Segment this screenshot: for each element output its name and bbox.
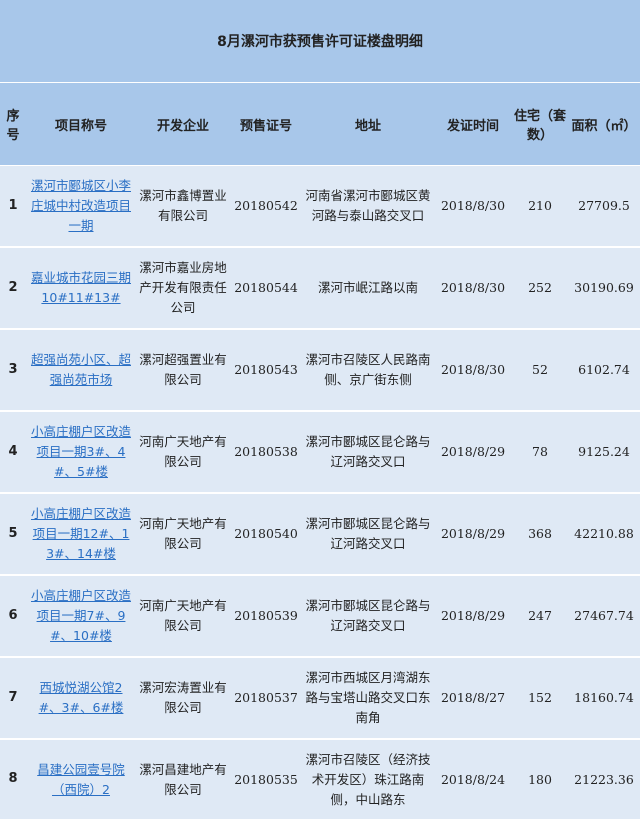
unit-count: 368 [512, 493, 568, 576]
developer-name: 河南广天地产有限公司 [139, 598, 227, 633]
project-link[interactable]: 嘉业城市花园三期10#11#13# [29, 268, 133, 308]
header-dev: 开发企业 [136, 83, 230, 166]
address: 漯河市郾城区昆仑路与辽河路交叉口 [305, 598, 431, 633]
table-row: 5 小高庄棚户区改造项目一期12#、13#、14#楼 河南广天地产有限公司 20… [0, 493, 640, 576]
developer-name: 河南广天地产有限公司 [139, 516, 227, 551]
address: 漯河市召陵区人民路南侧、京广街东侧 [305, 352, 431, 387]
floor-area: 27709.5 [568, 165, 640, 248]
row-index: 7 [0, 657, 26, 740]
developer-name: 漯河宏涛置业有限公司 [139, 680, 227, 715]
address: 漯河市西城区月湾湖东路与宝塔山路交叉口东南角 [305, 670, 431, 725]
permit-number: 20180543 [230, 329, 302, 412]
unit-count: 152 [512, 657, 568, 740]
floor-area: 42210.88 [568, 493, 640, 576]
unit-count: 247 [512, 575, 568, 658]
row-index: 4 [0, 411, 26, 494]
issue-date: 2018/8/30 [434, 165, 512, 248]
header-idx: 序号 [0, 83, 26, 166]
developer-name: 漯河市嘉业房地产开发有限责任公司 [139, 260, 227, 315]
row-index: 1 [0, 165, 26, 248]
project-link[interactable]: 昌建公园壹号院（西院）2 [29, 760, 133, 800]
row-index: 5 [0, 493, 26, 576]
permit-number: 20180544 [230, 247, 302, 330]
floor-area: 18160.74 [568, 657, 640, 740]
floor-area: 6102.74 [568, 329, 640, 412]
issue-date: 2018/8/29 [434, 575, 512, 658]
address: 漯河市召陵区（经济技术开发区）珠江路南侧，中山路东 [305, 751, 431, 807]
unit-count: 180 [512, 739, 568, 819]
permit-number: 20180539 [230, 575, 302, 658]
address: 漯河市郾城区昆仑路与辽河路交叉口 [305, 516, 431, 551]
unit-count: 78 [512, 411, 568, 494]
header-addr: 地址 [302, 83, 434, 166]
project-link[interactable]: 小高庄棚户区改造项目一期7#、9#、10#楼 [29, 586, 133, 646]
page: 8月漯河市获预售许可证楼盘明细 序号 项目称号 开发企业 预售证号 地址 发证时… [0, 0, 640, 819]
floor-area: 27467.74 [568, 575, 640, 658]
permit-number: 20180540 [230, 493, 302, 576]
table-row: 6 小高庄棚户区改造项目一期7#、9#、10#楼 河南广天地产有限公司 2018… [0, 575, 640, 658]
table-row: 3 超强尚苑小区、超强尚苑市场 漯河超强置业有限公司 20180543 漯河市召… [0, 329, 640, 412]
header-area: 面积（㎡） [568, 83, 640, 166]
permit-number: 20180537 [230, 657, 302, 740]
header-name: 项目称号 [26, 83, 136, 166]
permit-number: 20180535 [230, 739, 302, 819]
permit-number: 20180542 [230, 165, 302, 248]
header-row: 序号 项目称号 开发企业 预售证号 地址 发证时间 住宅（套数） 面积（㎡） [0, 83, 640, 166]
table-row: 8 昌建公园壹号院（西院）2 漯河昌建地产有限公司 20180535 漯河市召陵… [0, 739, 640, 819]
header-date: 发证时间 [434, 83, 512, 166]
project-link[interactable]: 超强尚苑小区、超强尚苑市场 [29, 350, 133, 390]
table-row: 1 漯河市郾城区小李庄城中村改造项目一期 漯河市鑫博置业有限公司 2018054… [0, 165, 640, 248]
developer-name: 漯河超强置业有限公司 [139, 352, 227, 387]
floor-area: 21223.36 [568, 739, 640, 819]
header-units: 住宅（套数） [512, 83, 568, 166]
issue-date: 2018/8/30 [434, 329, 512, 412]
floor-area: 30190.69 [568, 247, 640, 330]
table-row: 4 小高庄棚户区改造项目一期3#、4#、5#楼 河南广天地产有限公司 20180… [0, 411, 640, 494]
row-index: 2 [0, 247, 26, 330]
issue-date: 2018/8/27 [434, 657, 512, 740]
row-index: 6 [0, 575, 26, 658]
unit-count: 252 [512, 247, 568, 330]
issue-date: 2018/8/29 [434, 493, 512, 576]
header-permit: 预售证号 [230, 83, 302, 166]
issue-date: 2018/8/29 [434, 411, 512, 494]
unit-count: 210 [512, 165, 568, 248]
address: 河南省漯河市郾城区黄河路与泰山路交叉口 [305, 188, 431, 223]
row-index: 3 [0, 329, 26, 412]
table-row: 7 西城悦湖公馆2#、3#、6#楼 漯河宏涛置业有限公司 20180537 漯河… [0, 657, 640, 740]
issue-date: 2018/8/24 [434, 739, 512, 819]
row-index: 8 [0, 739, 26, 819]
developer-name: 漯河昌建地产有限公司 [139, 761, 227, 797]
developer-name: 河南广天地产有限公司 [139, 434, 227, 469]
floor-area: 9125.24 [568, 411, 640, 494]
table-row: 2 嘉业城市花园三期10#11#13# 漯河市嘉业房地产开发有限责任公司 201… [0, 247, 640, 330]
project-link[interactable]: 西城悦湖公馆2#、3#、6#楼 [29, 678, 133, 718]
permit-table: 序号 项目称号 开发企业 预售证号 地址 发证时间 住宅（套数） 面积（㎡） 1… [0, 83, 640, 819]
address: 漯河市郾城区昆仑路与辽河路交叉口 [305, 434, 431, 469]
permit-number: 20180538 [230, 411, 302, 494]
address: 漯河市岷江路以南 [317, 280, 418, 295]
project-link[interactable]: 漯河市郾城区小李庄城中村改造项目一期 [29, 176, 133, 236]
project-link[interactable]: 小高庄棚户区改造项目一期12#、13#、14#楼 [29, 504, 133, 564]
unit-count: 52 [512, 329, 568, 412]
project-link[interactable]: 小高庄棚户区改造项目一期3#、4#、5#楼 [29, 422, 133, 482]
issue-date: 2018/8/30 [434, 247, 512, 330]
developer-name: 漯河市鑫博置业有限公司 [139, 188, 227, 223]
page-title: 8月漯河市获预售许可证楼盘明细 [0, 0, 640, 83]
